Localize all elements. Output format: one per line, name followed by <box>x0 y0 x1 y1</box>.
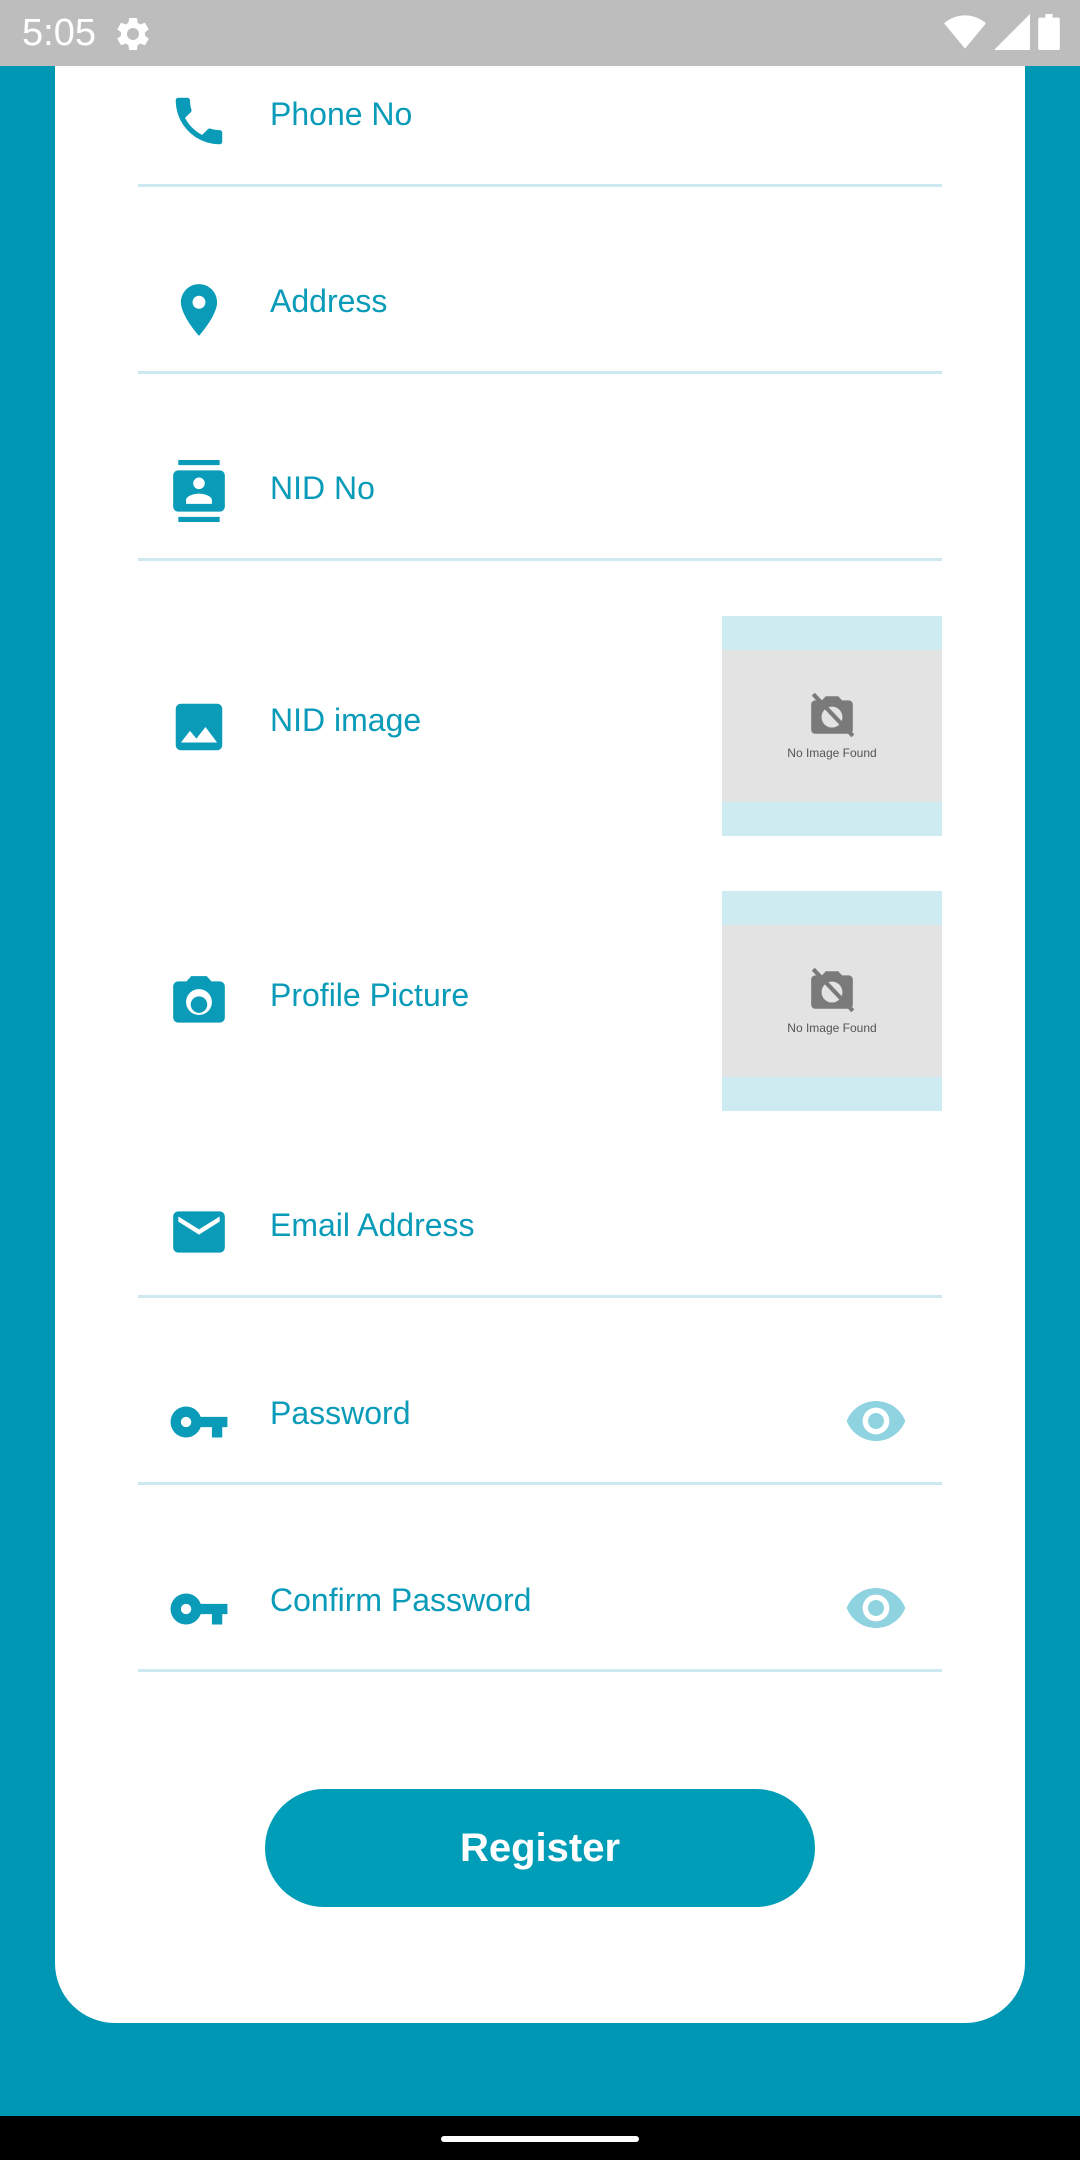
nid-image-preview[interactable]: No Image Found <box>722 616 942 836</box>
email-label: Email Address <box>270 1207 475 1243</box>
password-field[interactable]: Password <box>138 1363 942 1485</box>
address-label: Address <box>270 283 388 319</box>
contact-card-icon <box>173 460 225 522</box>
no-image-text: No Image Found <box>787 746 877 760</box>
nid-image-label: NID image <box>270 702 422 738</box>
gear-icon <box>117 17 149 50</box>
nid-no-label: NID No <box>270 470 375 506</box>
no-camera-icon <box>811 692 855 738</box>
status-bar: 5:05 <box>0 0 1080 66</box>
eye-icon[interactable] <box>844 1576 908 1640</box>
phone-icon <box>175 97 223 145</box>
confirm-password-label: Confirm Password <box>270 1582 532 1618</box>
phone-label: Phone No <box>270 96 413 132</box>
image-icon <box>175 703 223 751</box>
profile-picture-placeholder: No Image Found <box>722 925 942 1077</box>
wifi-icon <box>944 15 986 49</box>
password-label: Password <box>270 1395 411 1431</box>
no-image-text: No Image Found <box>787 1021 877 1035</box>
profile-picture-field[interactable]: Profile Picture No Image Found <box>138 891 942 1111</box>
phone-field[interactable]: Phone No <box>138 66 942 187</box>
profile-picture-label: Profile Picture <box>270 977 470 1013</box>
key-icon <box>170 1406 228 1438</box>
mail-icon <box>173 1211 225 1253</box>
confirm-password-field[interactable]: Confirm Password <box>138 1550 942 1672</box>
location-pin-icon <box>180 284 218 336</box>
eye-icon[interactable] <box>844 1389 908 1453</box>
register-button[interactable]: Register <box>265 1789 815 1907</box>
camera-icon <box>173 976 225 1023</box>
address-field[interactable]: Address <box>138 253 942 374</box>
home-handle[interactable] <box>441 2136 639 2142</box>
signal-icon <box>994 14 1030 50</box>
status-time: 5:05 <box>22 12 96 54</box>
profile-picture-preview[interactable]: No Image Found <box>722 891 942 1111</box>
status-icons <box>944 14 1060 50</box>
nid-image-field[interactable]: NID image No Image Found <box>138 616 942 836</box>
nid-no-field[interactable]: NID No <box>138 440 942 561</box>
email-field[interactable]: Email Address <box>138 1177 942 1298</box>
key-icon <box>170 1593 228 1625</box>
nid-image-placeholder: No Image Found <box>722 650 942 802</box>
battery-icon <box>1038 14 1060 50</box>
no-camera-icon <box>811 967 855 1013</box>
